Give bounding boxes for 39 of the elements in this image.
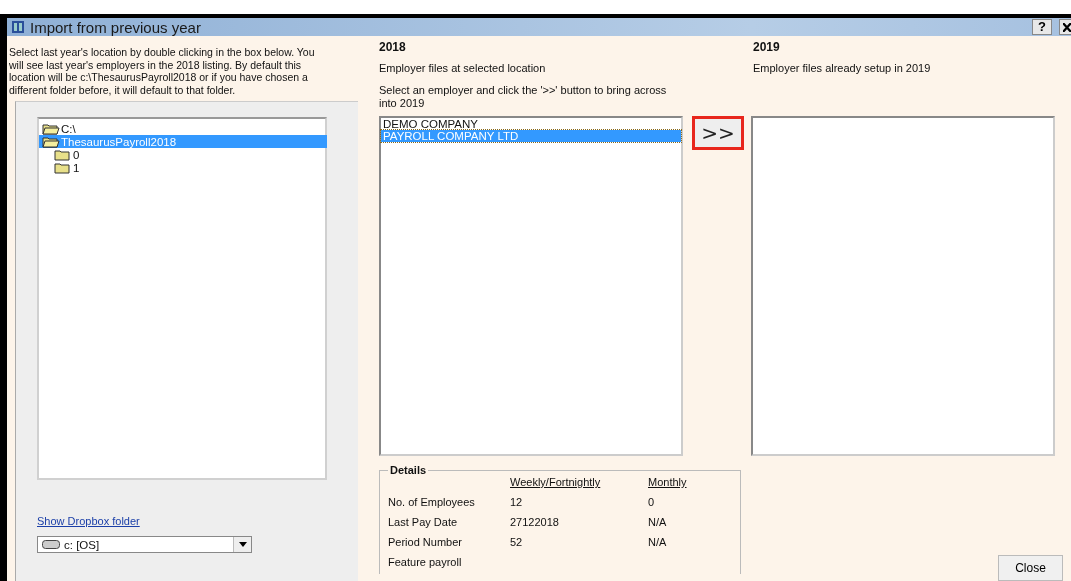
year-heading: 2019 [753, 40, 780, 54]
row-label: Feature payroll [388, 556, 463, 568]
transfer-button[interactable]: >> [692, 116, 744, 150]
open-folder-icon [42, 135, 60, 148]
window-title: Import from previous year [30, 18, 201, 36]
table-cell-text: 52 [510, 536, 524, 548]
employer-list[interactable]: DEMO COMPANY PAYROLL COMPANY LTD [379, 116, 683, 456]
folder-icon [54, 161, 72, 174]
table-cell-text: N/A [648, 516, 668, 528]
tree-item[interactable]: 1 [54, 161, 80, 174]
subtitle-text: Employer files at selected location [379, 62, 546, 74]
year-heading: 2018 [379, 40, 406, 54]
folder-tree[interactable]: C:\ ThesaurusPayroll2018 0 1 [37, 117, 327, 480]
tree-item[interactable]: C:\ [42, 122, 76, 135]
details-title: Details [389, 464, 428, 476]
table-cell-text: 27122018 [510, 516, 560, 528]
table-cell-text: 0 [648, 496, 656, 508]
instructions-text: Select last year's location by double clicking in the box below. You will see last year's employers in the 2018 listing. By default this location will be c:\ThesaurusPayroll2018 or if you have chosen a different folder before, it will default to that folder. [9, 46, 316, 96]
close-icon [1063, 22, 1071, 32]
dropbox-link[interactable]: Show Dropbox folder [37, 515, 140, 527]
tree-item[interactable]: 0 [54, 148, 80, 161]
open-folder-icon [42, 122, 60, 135]
column-header: Monthly [648, 476, 688, 488]
table-cell-text: N/A [648, 536, 668, 548]
table-cell-text: 12 [510, 496, 524, 508]
drive-icon [42, 540, 60, 549]
caret-icon [238, 542, 247, 547]
subtitle-text: Employer files already setup in 2019 [753, 62, 931, 74]
employer-item[interactable]: DEMO COMPANY [381, 118, 681, 130]
row-label: No. of Employees [388, 496, 476, 508]
help-button[interactable]: ? [1032, 19, 1052, 35]
drive-dropdown[interactable]: c: [OS] [37, 536, 252, 553]
row-label: Last Pay Date [388, 516, 459, 528]
column-header: Weekly/Fortnightly [510, 476, 602, 488]
close-dialog-button[interactable]: Close [998, 555, 1063, 581]
instruction-text: Select an employer and click the '>>' button to bring across into 2019 [379, 84, 668, 109]
app-icon [11, 20, 25, 34]
row-label: Period Number [388, 536, 463, 548]
close-button[interactable] [1059, 19, 1071, 35]
